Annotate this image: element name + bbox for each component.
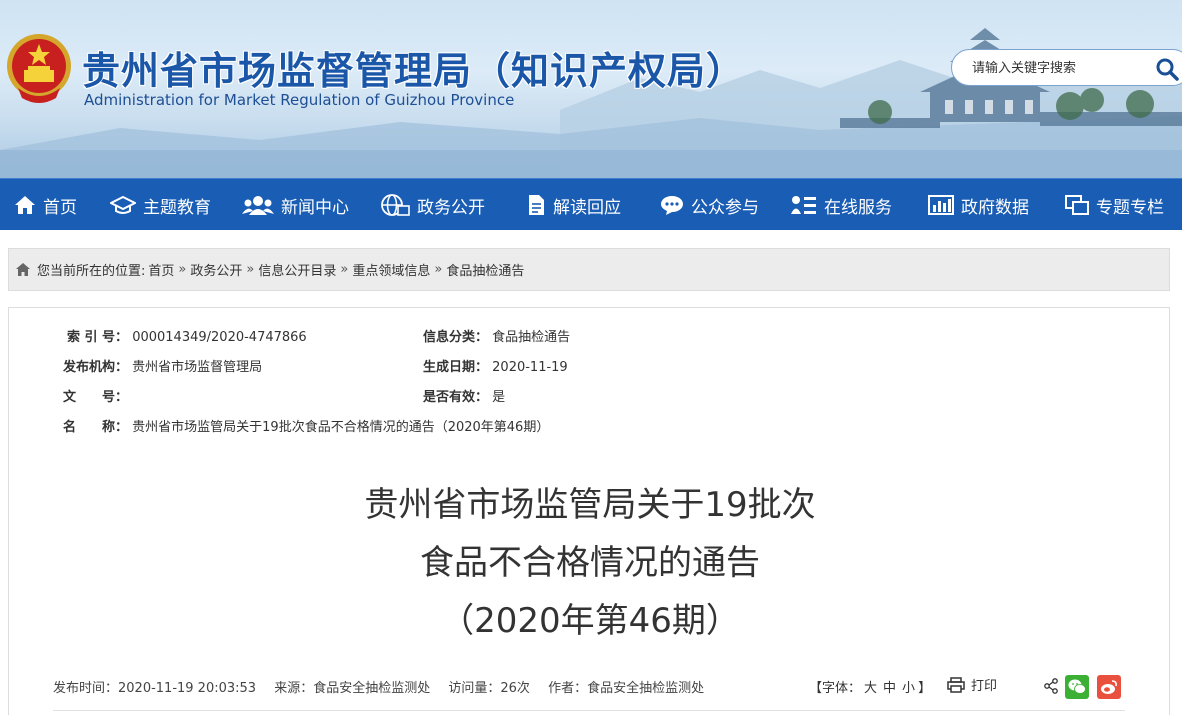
nav-item-theme-education[interactable]: 主题教育 [110,179,211,231]
breadcrumb-item-gov-affairs[interactable]: 政务公开 [190,260,242,279]
nav-item-interpretation[interactable]: 解读回应 [526,179,621,231]
font-size-medium[interactable]: 中 [883,681,896,696]
nav-item-gov-affairs[interactable]: 政务公开 [380,179,485,231]
nav-item-label: 政务公开 [417,197,485,218]
search-box [951,49,1182,86]
breadcrumb-separator: » [178,262,187,277]
national-emblem-icon [7,34,71,103]
breadcrumb-item-food-inspection[interactable]: 食品抽检通告 [446,260,524,279]
nav-item-label: 新闻中心 [281,197,349,218]
article-source: 来源：食品安全抽检监测处 [274,681,431,696]
nav-item-home[interactable]: 首页 [14,179,77,231]
article-card: 索 引 号： 000014349/2020-4747866 信息分类： 食品抽检… [8,307,1170,715]
nav-item-label: 公众参与 [691,197,759,218]
nav-item-label: 在线服务 [824,197,892,218]
article-title-line-2: 食品不合格情况的通告 [420,543,760,583]
nav-item-online-service[interactable]: 在线服务 [791,179,892,231]
article-info: 发布时间：2020-11-19 20:03:53 来源：食品安全抽检监测处 访问… [53,677,718,696]
article-title-line-1: 贵州省市场监管局关于19批次 [364,485,816,525]
home-icon [15,196,35,214]
meta-index-value: 000014349/2020-4747866 [132,330,307,345]
users-icon [242,196,274,215]
windows-icon [1065,195,1089,215]
meta-docno: 文 号： [63,386,128,405]
chat-bubble-icon [661,196,683,215]
meta-name-label: 名 称： [63,420,129,435]
weibo-icon [1101,680,1117,694]
nav-item-label: 政府数据 [961,197,1029,218]
meta-name-value: 贵州省市场监管局关于19批次食品不合格情况的通告（2020年第46期） [132,420,550,435]
print-button[interactable]: 打印 [947,675,997,694]
site-subtitle: Administration for Market Regulation of … [84,91,515,109]
breadcrumb-separator: » [434,262,443,277]
graduation-cap-icon [110,195,136,214]
meta-valid: 是否有效： 是 [423,386,505,405]
nav-item-public-participation[interactable]: 公众参与 [660,179,759,231]
nav-item-label: 首页 [43,197,77,218]
divider [53,710,1125,711]
meta-index: 索 引 号： 000014349/2020-4747866 [67,326,307,345]
article-author: 作者：食品安全抽检监测处 [548,681,705,696]
main-nav: 首页 主题教育 新闻中心 政务公开 解读回应 公众参与 在线服务 政府数据 专题… [0,178,1182,230]
article-title-line-3: （2020年第46期） [440,601,740,641]
meta-valid-value: 是 [492,390,506,405]
font-size-control: 【字体：大中小】 [809,677,931,696]
bar-chart-icon [928,195,954,215]
print-label: 打印 [971,679,998,694]
breadcrumb: 您当前所在的位置: 首页 » 政务公开 » 信息公开目录 » 重点领域信息 » … [8,248,1170,291]
printer-icon [947,676,965,693]
meta-index-label: 索 引 号： [67,330,129,345]
wechat-share-button[interactable] [1065,675,1089,699]
publish-time: 发布时间：2020-11-19 20:03:53 [53,681,257,696]
nav-item-label: 解读回应 [553,197,621,218]
nav-item-label: 专题专栏 [1096,197,1164,218]
meta-category-value: 食品抽检通告 [492,330,571,345]
meta-name: 名 称： 贵州省市场监管局关于19批次食品不合格情况的通告（2020年第46期） [63,416,549,435]
site-title: 贵州省市场监督管理局（知识产权局） [82,49,746,93]
breadcrumb-item-home[interactable]: 首页 [148,260,174,279]
breadcrumb-separator: » [340,262,349,277]
breadcrumb-prefix: 您当前所在的位置: [37,264,146,279]
nav-item-news-center[interactable]: 新闻中心 [242,179,349,231]
home-icon [16,263,30,276]
meta-publisher: 发布机构： 贵州省市场监督管理局 [63,356,262,375]
meta-category: 信息分类： 食品抽检通告 [423,326,570,345]
breadcrumb-item-key-areas[interactable]: 重点领域信息 [352,260,430,279]
meta-date: 生成日期： 2020-11-19 [423,356,568,375]
meta-publisher-label: 发布机构： [63,360,129,375]
view-count: 访问量：26次 [448,681,530,696]
font-size-large[interactable]: 大 [864,681,877,696]
meta-docno-label: 文 号： [63,390,129,405]
meta-date-value: 2020-11-19 [492,360,568,375]
header-banner: 贵州省市场监督管理局（知识产权局） Administration for Mar… [0,0,1182,178]
nav-item-special-topics[interactable]: 专题专栏 [1065,179,1164,231]
meta-date-label: 生成日期： [423,360,489,375]
meta-valid-label: 是否有效： [423,390,489,405]
font-size-label-open: 【字体： [809,681,862,696]
search-icon[interactable] [1155,57,1179,81]
wechat-icon [1068,679,1086,694]
breadcrumb-item-catalog[interactable]: 信息公开目录 [258,260,336,279]
weibo-share-button[interactable] [1097,675,1121,699]
search-input[interactable] [972,59,1142,77]
meta-publisher-value: 贵州省市场监督管理局 [132,360,263,375]
globe-icon [381,194,410,216]
font-size-small[interactable]: 小 [902,681,915,696]
font-size-label-close: 】 [918,681,932,696]
nav-item-gov-data[interactable]: 政府数据 [928,179,1029,231]
document-icon [529,195,544,215]
list-icon [791,196,816,214]
share-icon[interactable] [1043,678,1059,694]
nav-item-label: 主题教育 [143,197,211,218]
breadcrumb-separator: » [246,262,255,277]
meta-category-label: 信息分类： [423,330,489,345]
